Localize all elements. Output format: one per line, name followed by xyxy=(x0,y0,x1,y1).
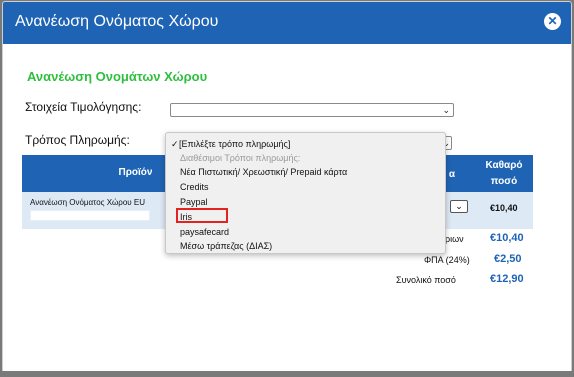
payment-method-dropdown: ✓ [Επιλέξτε τρόπο πληρωμής] Διαθέσιμοι Τ… xyxy=(165,132,446,254)
table-header-net: Καθαρό ποσό xyxy=(475,155,533,192)
checkmark-icon: ✓ xyxy=(171,139,179,149)
col-net-line1: Καθαρό xyxy=(485,160,523,171)
dropdown-option-paysafecard[interactable]: paysafecard xyxy=(180,227,229,237)
modal-header: Ανανέωση Ονόματος Χώρου ✕ xyxy=(3,2,571,44)
renewal-modal: Ανανέωση Ονόματος Χώρου ✕ Ανανέωση Ονομά… xyxy=(2,1,572,373)
chevron-down-icon: ⌄ xyxy=(455,201,463,211)
close-icon[interactable]: ✕ xyxy=(544,13,561,30)
billing-label: Στοιχεία Τιμολόγησης: xyxy=(25,100,142,114)
section-heading: Ανανέωση Ονομάτων Χώρου xyxy=(27,69,208,84)
product-name: Ανανέωση Ονόματος Χώρου EU xyxy=(30,198,146,207)
iris-highlight-box xyxy=(176,208,228,223)
dropdown-option-bank[interactable]: Μέσω τράπεζας (ΔΙΑΣ) xyxy=(180,241,272,251)
vat-value: €2,50 xyxy=(494,253,522,265)
dropdown-option-card[interactable]: Νέα Πιστωτική/ Χρεωστική/ Prepaid κάρτα xyxy=(180,167,347,177)
dropdown-option-credits[interactable]: Credits xyxy=(180,182,209,192)
vat-label: ΦΠΑ (24%) xyxy=(424,255,470,265)
payment-label: Τρόπος Πληρωμής: xyxy=(25,133,130,147)
subtotal-value: €10,40 xyxy=(490,232,524,244)
total-label: Συνολικό ποσό xyxy=(396,275,456,285)
dropdown-selected-option[interactable]: [Επιλέξτε τρόπο πληρωμής] xyxy=(179,139,290,149)
row-price: €10,40 xyxy=(490,203,518,213)
col-net-line2: ποσό xyxy=(490,176,518,187)
dropdown-option-paypal[interactable]: Paypal xyxy=(180,197,208,207)
period-select[interactable]: ⌄ xyxy=(450,200,468,213)
chevron-down-icon: ⌄ xyxy=(442,105,450,115)
col-partial-label: α xyxy=(448,169,455,180)
total-value: €12,90 xyxy=(490,273,524,285)
product-field[interactable] xyxy=(30,210,150,221)
billing-select[interactable]: ⌄ xyxy=(170,103,454,117)
backdrop-strip xyxy=(0,371,574,377)
dropdown-group-label: Διαθέσιμοι Τρόποι πληρωμής: xyxy=(180,153,301,163)
modal-title: Ανανέωση Ονόματος Χώρου xyxy=(15,13,219,30)
